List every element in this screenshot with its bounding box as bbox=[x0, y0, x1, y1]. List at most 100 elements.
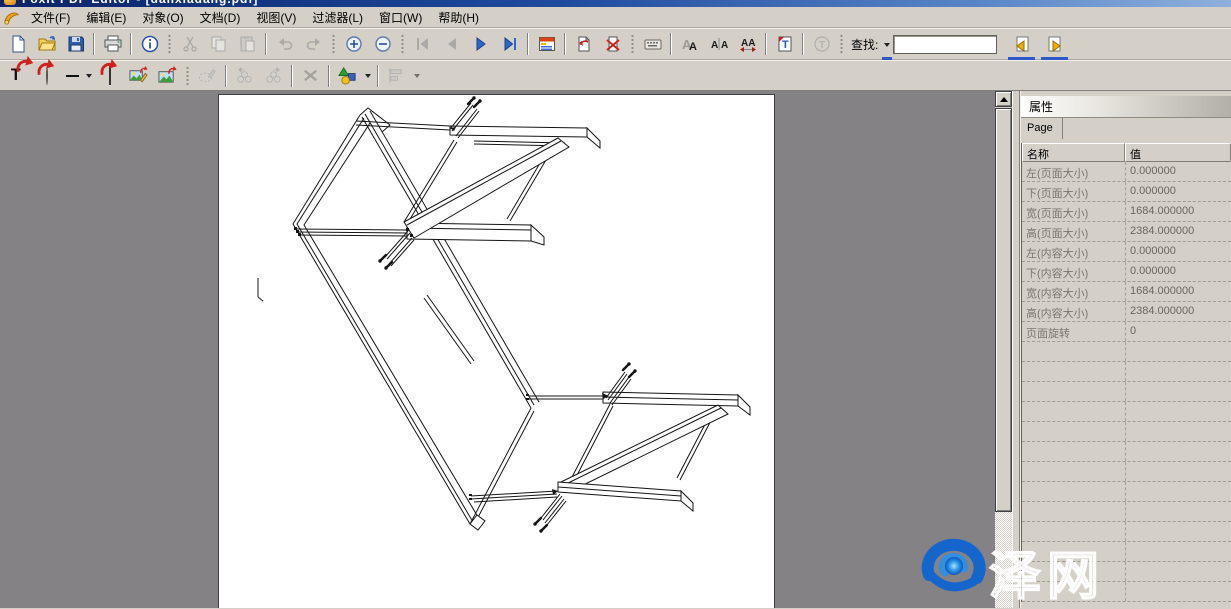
toolbar-handle[interactable] bbox=[185, 65, 190, 87]
font-spacing-button[interactable]: AA bbox=[733, 32, 762, 57]
toolbar-handle[interactable] bbox=[400, 33, 405, 55]
table-row[interactable]: 宽(页面大小)1684.000000 bbox=[1022, 202, 1231, 222]
zoom-out-button[interactable] bbox=[368, 32, 397, 57]
tab-page[interactable]: Page bbox=[1021, 118, 1063, 139]
table-row[interactable]: 左(内容大小)0.000000 bbox=[1022, 242, 1231, 262]
order-backward-button[interactable] bbox=[259, 63, 288, 88]
property-value[interactable]: 0 bbox=[1125, 322, 1231, 341]
property-name: 宽(页面大小) bbox=[1022, 202, 1125, 221]
column-header-value[interactable]: 值 bbox=[1125, 143, 1231, 162]
property-value[interactable]: 1684.000000 bbox=[1125, 282, 1231, 301]
find-previous-button[interactable] bbox=[1007, 32, 1036, 57]
menu-view[interactable]: 视图(V) bbox=[248, 7, 304, 28]
delete-page-button[interactable] bbox=[598, 32, 627, 57]
font-replace-button[interactable]: AA bbox=[675, 32, 704, 57]
info-icon bbox=[141, 35, 159, 53]
pdf-page[interactable] bbox=[218, 94, 775, 608]
table-row[interactable]: 高(页面大小)2384.000000 bbox=[1022, 222, 1231, 242]
menu-edit[interactable]: 编辑(E) bbox=[78, 7, 134, 28]
column-header-name[interactable]: 名称 bbox=[1022, 143, 1125, 162]
find-input[interactable] bbox=[893, 35, 997, 54]
zoom-out-icon bbox=[374, 35, 392, 53]
chevron-down-icon bbox=[414, 74, 420, 81]
menu-document[interactable]: 文档(D) bbox=[192, 7, 249, 28]
property-name: 左(页面大小) bbox=[1022, 162, 1125, 181]
table-row[interactable]: 下(页面大小)0.000000 bbox=[1022, 182, 1231, 202]
delete-page-icon bbox=[604, 35, 622, 53]
insert-text-page-button[interactable]: T bbox=[770, 32, 799, 57]
property-value[interactable]: 2384.000000 bbox=[1125, 302, 1231, 321]
property-value[interactable]: 0.000000 bbox=[1125, 242, 1231, 261]
print-button[interactable] bbox=[98, 32, 127, 57]
toolbar-handle[interactable] bbox=[630, 33, 635, 55]
align-dropdown[interactable] bbox=[411, 63, 423, 88]
paste-button[interactable] bbox=[233, 32, 262, 57]
menu-file[interactable]: 文件(F) bbox=[23, 7, 78, 28]
scroll-up-button[interactable] bbox=[995, 91, 1012, 107]
insert-shapes-button[interactable] bbox=[333, 63, 362, 88]
menu-object[interactable]: 对象(O) bbox=[134, 7, 191, 28]
table-row[interactable]: 高(内容大小)2384.000000 bbox=[1022, 302, 1231, 322]
separator bbox=[328, 65, 330, 87]
table-row[interactable]: 页面旋转0 bbox=[1022, 322, 1231, 342]
table-header: 名称 值 bbox=[1022, 143, 1231, 162]
previous-page-button[interactable] bbox=[437, 32, 466, 57]
svg-text:AA: AA bbox=[741, 38, 755, 49]
chevron-down-icon bbox=[881, 32, 893, 57]
delete-object-button[interactable] bbox=[296, 63, 325, 88]
separator bbox=[291, 65, 293, 87]
vertical-scrollbar[interactable] bbox=[995, 91, 1012, 608]
line-options-dropdown[interactable] bbox=[83, 63, 95, 88]
zoom-in-button[interactable] bbox=[339, 32, 368, 57]
font-compare-button[interactable]: AA bbox=[704, 32, 733, 57]
table-row[interactable]: 宽(内容大小)1684.000000 bbox=[1022, 282, 1231, 302]
toolbar-handle[interactable] bbox=[839, 33, 844, 55]
cut-button[interactable] bbox=[175, 32, 204, 57]
insert-page-button[interactable] bbox=[569, 32, 598, 57]
panel-splitter[interactable] bbox=[1012, 91, 1020, 608]
document-canvas[interactable] bbox=[0, 91, 995, 608]
toolbar-handle[interactable] bbox=[167, 33, 172, 55]
property-value[interactable]: 0.000000 bbox=[1125, 262, 1231, 281]
property-value[interactable]: 0.000000 bbox=[1125, 162, 1231, 181]
undo-button[interactable] bbox=[270, 32, 299, 57]
menu-window[interactable]: 窗口(W) bbox=[371, 7, 430, 28]
toolbar-handle[interactable] bbox=[331, 33, 336, 55]
insert-text-button[interactable]: T bbox=[3, 63, 32, 88]
property-name: 页面旋转 bbox=[1022, 322, 1125, 341]
page-thumbnails-button[interactable] bbox=[532, 32, 561, 57]
property-value[interactable]: 1684.000000 bbox=[1125, 202, 1231, 221]
find-next-button[interactable] bbox=[1040, 32, 1069, 57]
edit-path-button[interactable] bbox=[193, 63, 222, 88]
save-button[interactable] bbox=[61, 32, 90, 57]
align-objects-button[interactable] bbox=[382, 63, 411, 88]
edit-image-button[interactable] bbox=[124, 63, 153, 88]
redo-button[interactable] bbox=[299, 32, 328, 57]
shapes-dropdown[interactable] bbox=[362, 63, 374, 88]
text-circle-button[interactable]: T bbox=[807, 32, 836, 57]
open-button[interactable] bbox=[32, 32, 61, 57]
isometric-ladder-drawing bbox=[219, 95, 776, 608]
table-row[interactable]: 左(页面大小)0.000000 bbox=[1022, 162, 1231, 182]
menu-filter[interactable]: 过滤器(L) bbox=[304, 7, 371, 28]
new-document-button[interactable] bbox=[3, 32, 32, 57]
keyboard-button[interactable] bbox=[638, 32, 667, 57]
property-value[interactable]: 2384.000000 bbox=[1125, 222, 1231, 241]
separator bbox=[802, 33, 804, 55]
insert-line-button[interactable] bbox=[61, 63, 83, 88]
last-page-button[interactable] bbox=[495, 32, 524, 57]
copy-button[interactable] bbox=[204, 32, 233, 57]
table-row[interactable]: 下(内容大小)0.000000 bbox=[1022, 262, 1231, 282]
insert-image-button[interactable] bbox=[153, 63, 182, 88]
next-page-button[interactable] bbox=[466, 32, 495, 57]
order-forward-button[interactable] bbox=[230, 63, 259, 88]
find-label: 查找: bbox=[851, 36, 878, 53]
find-options-dropdown[interactable] bbox=[881, 32, 893, 57]
document-info-button[interactable] bbox=[135, 32, 164, 57]
scrollbar-thumb[interactable] bbox=[995, 108, 1012, 512]
menu-help[interactable]: 帮助(H) bbox=[430, 7, 487, 28]
insert-color-button[interactable] bbox=[32, 63, 61, 88]
first-page-button[interactable] bbox=[408, 32, 437, 57]
property-value[interactable]: 0.000000 bbox=[1125, 182, 1231, 201]
insert-shading-button[interactable] bbox=[95, 63, 124, 88]
